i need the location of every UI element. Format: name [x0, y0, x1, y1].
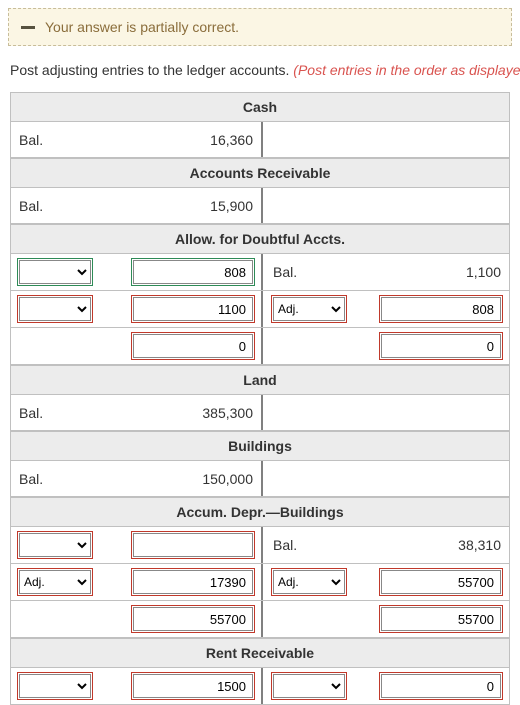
table-row: Bal. 385,300: [11, 395, 509, 431]
instruction-text: Post adjusting entries to the ledger acc…: [0, 54, 520, 92]
bal-label: Bal.: [273, 537, 297, 553]
allow-r1-left-input[interactable]: [133, 260, 253, 284]
allow-r1-left-select[interactable]: [19, 260, 91, 284]
accum-r3-right-input[interactable]: [381, 607, 501, 631]
accum-r1-right-val: 38,310: [371, 537, 501, 553]
accum-r2-right-input[interactable]: [381, 570, 501, 594]
ar-balance: 15,900: [119, 198, 253, 214]
section-head-ar: Accounts Receivable: [11, 158, 509, 188]
table-row: Bal. 15,900: [11, 188, 509, 224]
bal-label: Bal.: [19, 405, 43, 421]
allow-r2-right-select[interactable]: Adj.: [273, 297, 345, 321]
rent-r1-left-select[interactable]: [19, 674, 91, 698]
allow-r1-right-val: 1,100: [371, 264, 501, 280]
bal-label: Bal.: [19, 132, 43, 148]
land-balance: 385,300: [119, 405, 253, 421]
cash-balance: 16,360: [119, 132, 253, 148]
table-row: [11, 328, 509, 365]
section-head-rent: Rent Receivable: [11, 638, 509, 668]
table-row: Adj. Adj.: [11, 564, 509, 601]
allow-r3-right-input[interactable]: [381, 334, 501, 358]
accum-r3-left-input[interactable]: [133, 607, 253, 631]
bal-label: Bal.: [19, 198, 43, 214]
allow-r3-left-input[interactable]: [133, 334, 253, 358]
section-head-land: Land: [11, 365, 509, 395]
bal-label: Bal.: [273, 264, 297, 280]
bldg-balance: 150,000: [119, 471, 253, 487]
accum-r2-right-select[interactable]: Adj.: [273, 570, 345, 594]
table-row: Bal. 150,000: [11, 461, 509, 497]
table-row: Bal. 38,310: [11, 527, 509, 564]
accum-r2-left-input[interactable]: [133, 570, 253, 594]
accum-r2-left-select[interactable]: Adj.: [19, 570, 91, 594]
rent-r1-right-select[interactable]: [273, 674, 345, 698]
rent-r1-left-input[interactable]: [133, 674, 253, 698]
table-row: [11, 668, 509, 705]
allow-r2-left-input[interactable]: [133, 297, 253, 321]
allow-r2-left-select[interactable]: [19, 297, 91, 321]
accum-r1-left-input[interactable]: [133, 533, 253, 557]
section-head-cash: Cash: [11, 93, 509, 122]
table-row: [11, 601, 509, 638]
section-head-bldg: Buildings: [11, 431, 509, 461]
minus-icon: [21, 26, 35, 29]
bal-label: Bal.: [19, 471, 43, 487]
section-head-allow: Allow. for Doubtful Accts.: [11, 224, 509, 254]
rent-r1-right-input[interactable]: [381, 674, 501, 698]
partial-correct-alert: Your answer is partially correct.: [8, 8, 512, 46]
ledger-table: Cash Bal. 16,360 Accounts Receivable Bal…: [10, 92, 510, 705]
table-row: Bal. 16,360: [11, 122, 509, 158]
alert-text: Your answer is partially correct.: [45, 19, 239, 35]
table-row: Adj.: [11, 291, 509, 328]
table-row: Bal. 1,100: [11, 254, 509, 291]
accum-r1-left-select[interactable]: [19, 533, 91, 557]
section-head-accum: Accum. Depr.—Buildings: [11, 497, 509, 527]
allow-r2-right-input[interactable]: [381, 297, 501, 321]
